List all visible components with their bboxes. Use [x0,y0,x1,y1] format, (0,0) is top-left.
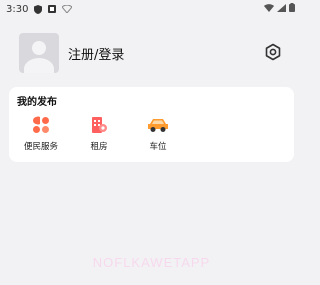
rent-label: 租房 [90,142,108,152]
service-item[interactable]: 便民服务 [15,114,67,158]
parking-label: 车位 [149,142,167,152]
parking-item[interactable]: 车位 [132,114,184,158]
rent-icon [88,114,110,136]
notification-icon [48,5,57,13]
shield-icon [34,5,43,14]
service-icon [30,114,52,136]
watermark: NOFLKAWETAPP [92,255,211,270]
login-register-link[interactable]: 注册/登录 [68,44,124,63]
signal-icon [277,3,286,15]
status-bar: 3:30 [0,0,303,18]
my-posts-card: 我的发布 便民服务 租房 车位 [9,87,294,162]
my-posts-title: 我的发布 [17,97,57,108]
wifi-icon [61,4,74,14]
status-time: 3:30 [6,3,29,15]
service-label: 便民服务 [23,142,58,152]
settings-hexagon-icon[interactable] [263,42,283,62]
wifi-signal-icon [264,3,274,15]
battery-icon [289,3,295,15]
profile-header[interactable]: 注册/登录 [19,31,289,75]
parking-car-icon [147,114,169,136]
default-avatar-icon[interactable] [19,33,59,73]
rent-item[interactable]: 租房 [73,114,125,158]
